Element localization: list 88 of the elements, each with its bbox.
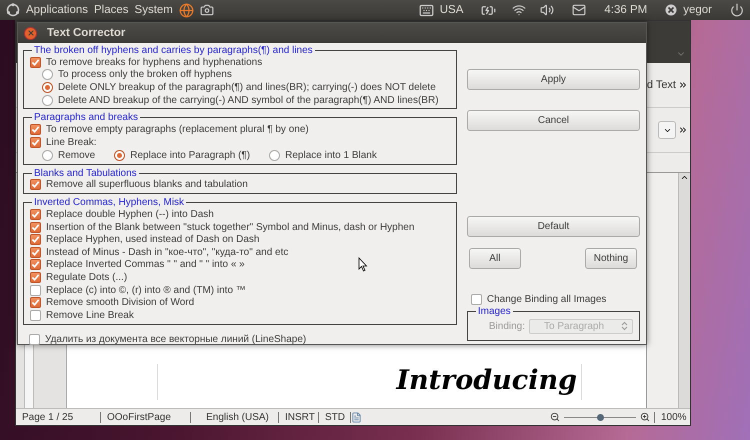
option-label: Instead of Minus - Dash in "кое-что", "куда-то" and etc: [46, 246, 288, 258]
heading-text: Introducing: [396, 364, 577, 398]
style-field[interactable]: d Text: [646, 79, 676, 91]
checkbox[interactable]: [29, 334, 40, 346]
binding-label: Binding:: [488, 320, 525, 332]
checkbox[interactable]: [30, 272, 41, 283]
wifi-icon[interactable]: [512, 3, 526, 17]
checkbox[interactable]: [470, 294, 482, 305]
scrollbar[interactable]: [678, 173, 690, 408]
option-label: Remove smooth Division of Word: [46, 297, 194, 308]
option-label: Replace into Paragraph (¶): [130, 150, 250, 161]
checkbox[interactable]: [30, 284, 41, 296]
document-icon: [351, 412, 362, 422]
radio-button[interactable]: [269, 150, 280, 161]
option-label: Regulate Dots (...): [46, 272, 128, 283]
mouse-pointer-icon: [358, 257, 368, 272]
volume-icon[interactable]: [540, 3, 554, 17]
cancel-button[interactable]: Cancel: [466, 110, 640, 131]
option-label: Delete ONLY breakup of the paragraph(¶) and lines(BR); carrying(-) does NOT delete: [58, 82, 436, 93]
panel-menu[interactable]: System: [134, 4, 173, 16]
option-label: Удалить из документа все векторные линий (LineShape): [45, 334, 306, 346]
spin-arrows-icon: [621, 321, 628, 332]
checkbox[interactable]: [30, 208, 41, 220]
panel-menu[interactable]: Places: [94, 4, 129, 16]
group-title: Images: [476, 306, 512, 317]
dialog-title: Text Corrector: [47, 27, 126, 39]
group-title: Blanks and Tabulations: [33, 168, 138, 179]
checkbox[interactable]: [30, 297, 41, 308]
clock[interactable]: 4:36 PM: [604, 4, 648, 16]
user-status-icon[interactable]: [665, 4, 678, 16]
zoom-out-icon[interactable]: [550, 412, 560, 422]
group-title: Paragraphs and breaks: [33, 112, 139, 124]
power-icon[interactable]: [730, 3, 744, 17]
insert-mode: INSRT: [279, 412, 319, 422]
radio-button[interactable]: [114, 150, 126, 161]
option-label: To process only the broken off hyphens: [58, 69, 232, 80]
option-label: Replace Inverted Commas " " and " " into « »: [46, 259, 245, 270]
option-label: Replace (c) into ©, (r) into ® and (TM) into ™: [46, 284, 246, 296]
radio-button[interactable]: [42, 69, 53, 80]
checkbox[interactable]: [30, 234, 41, 246]
keyboard-layout[interactable]: USA: [440, 4, 464, 16]
radio-button[interactable]: [42, 82, 53, 93]
checkbox[interactable]: [30, 222, 41, 233]
page-style: OOoFirstPage: [101, 412, 191, 422]
close-icon: [26, 29, 34, 37]
group-title: Inverted Commas, Hyphens, Misk: [33, 197, 186, 208]
option-label: Replace Hyphen, used instead of Dash on Dash: [46, 234, 260, 246]
page-count: Page 1 / 25: [16, 412, 101, 422]
option-label: Remove Line Break: [46, 310, 134, 321]
camera-icon[interactable]: [200, 3, 214, 17]
option-label: To remove breaks for hyphens and hyphenations: [46, 56, 262, 68]
checkbox[interactable]: [30, 124, 41, 136]
all-button[interactable]: All: [468, 248, 521, 269]
option-label: Delete AND breakup of the carrying(-) AND symbol of the paragraph(¶) AND lines(BR): [58, 94, 439, 106]
default-button[interactable]: Default: [466, 216, 640, 237]
option-label: Insertion of the Blank between "stuck together" Symbol and Minus, dash or Hyphen: [46, 222, 414, 233]
option-label: Line Break:: [46, 136, 97, 148]
globe-icon[interactable]: [178, 2, 194, 18]
close-button[interactable]: [24, 26, 37, 40]
mail-icon[interactable]: [572, 3, 586, 17]
scroll-up-icon[interactable]: [680, 173, 689, 182]
language: English (USA): [191, 412, 279, 422]
checkbox[interactable]: [30, 56, 41, 68]
radio-button[interactable]: [42, 150, 53, 161]
checkbox[interactable]: [30, 259, 41, 270]
option-label: Change Binding all Images: [486, 294, 606, 305]
checkbox[interactable]: [30, 246, 41, 258]
radio-button[interactable]: [42, 94, 53, 106]
user-name[interactable]: yegor: [683, 4, 712, 16]
selection-mode: STD: [319, 412, 351, 422]
panel-menu[interactable]: Applications: [26, 4, 88, 16]
group-title: The broken off hyphens and carries by paragraphs(¶) and lines: [33, 45, 314, 56]
apply-button[interactable]: Apply: [466, 69, 640, 90]
option-label: Replace double Hyphen (--) into Dash: [46, 208, 214, 220]
option-label: To remove empty paragraphs (replacement plural ¶ by one): [46, 124, 309, 136]
chevrons-icon[interactable]: [678, 125, 688, 135]
keyboard-icon[interactable]: [418, 2, 434, 18]
zoom-value: 100%: [654, 412, 690, 422]
option-label: Remove: [58, 150, 96, 161]
zoom-thumb[interactable]: [597, 414, 604, 420]
nothing-button[interactable]: Nothing: [585, 248, 637, 269]
option-label: Remove all superfluous blanks and tabulation: [46, 179, 248, 190]
option-label: Replace into 1 Blank: [285, 150, 377, 161]
chevrons-icon[interactable]: [678, 80, 688, 90]
checkbox[interactable]: [30, 179, 41, 190]
checkbox[interactable]: [30, 310, 41, 321]
checkbox[interactable]: [30, 136, 41, 148]
zoom-in-icon[interactable]: [640, 412, 650, 422]
